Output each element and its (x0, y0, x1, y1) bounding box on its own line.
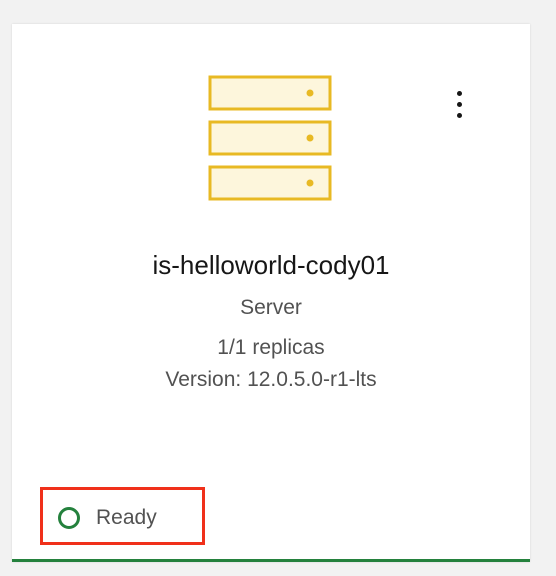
instance-version: Version: 12.0.5.0-r1-lts (165, 368, 377, 391)
instance-type: Server (240, 296, 302, 319)
instance-replicas: 1/1 replicas (217, 336, 325, 359)
instance-card[interactable]: is-helloworld-cody01 Server 1/1 replicas… (12, 24, 530, 562)
status-indicator: Ready (58, 506, 157, 530)
overflow-menu-dot (456, 101, 462, 107)
overflow-menu-dot (456, 90, 462, 96)
server-unit-led (306, 89, 314, 97)
status-label: Ready (96, 506, 157, 529)
overflow-menu-dot (456, 112, 462, 118)
server-unit-led (306, 134, 314, 142)
server-unit-led (306, 179, 314, 187)
instance-title: is-helloworld-cody01 (152, 250, 390, 280)
status-ring-icon (58, 507, 80, 529)
overflow-menu-button[interactable] (444, 84, 474, 124)
card-status-accent-bar (12, 559, 530, 562)
server-stack-icon (208, 75, 332, 201)
